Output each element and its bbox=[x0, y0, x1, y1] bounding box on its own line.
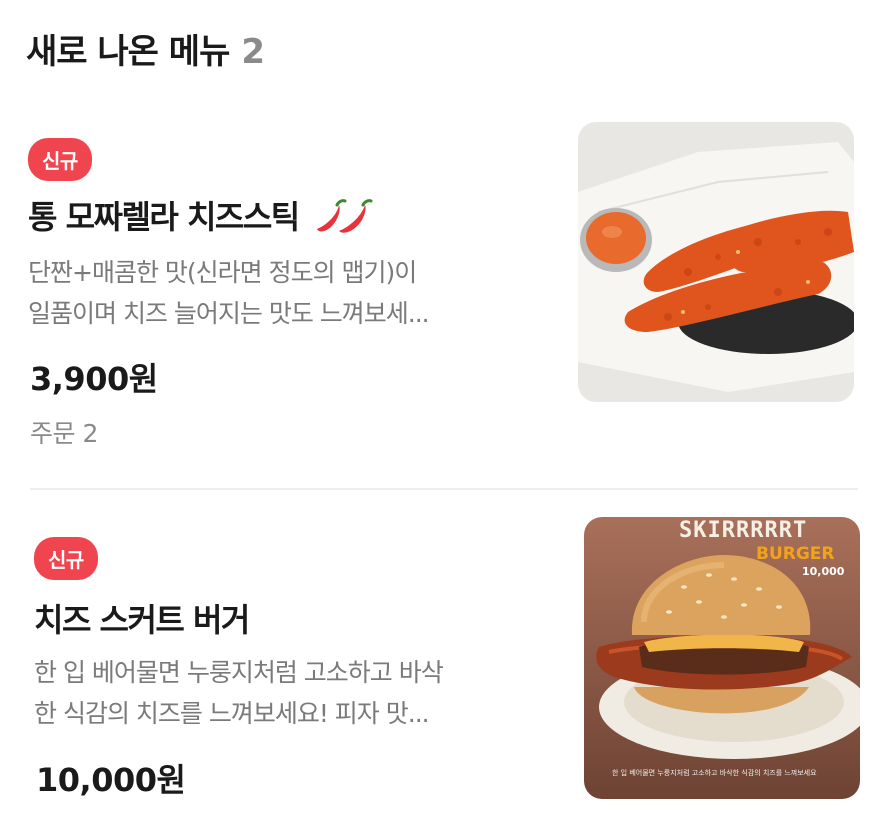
burger-caption-text: 한 입 베어물면 누룽지처럼 고소하고 바삭한 식감의 치즈를 느껴보세요 bbox=[612, 768, 817, 777]
section-header: 새로 나온 메뉴 2 bbox=[26, 24, 265, 73]
item-price: 3,900원 bbox=[30, 360, 158, 398]
item-name-text: 치즈 스커트 버거 bbox=[34, 601, 250, 639]
burger-headline-text: SKIRRRRRT bbox=[679, 518, 807, 543]
new-badge: 신규 bbox=[28, 138, 92, 181]
item-description: 단짠+매콤한 맛(신라면 정도의 맵기)이 일품이며 치즈 늘어지는 맛도 느껴… bbox=[28, 258, 430, 328]
burger-price-text: 10,000 bbox=[802, 565, 845, 578]
item-name-text: 통 모짜렐라 치즈스틱 bbox=[28, 198, 300, 236]
menu-item-cheese-stick[interactable]: 신규 통 모짜렐라 치즈스틱 단짠+매콤한 맛(신라면 정도의 맵기)이 일품이… bbox=[0, 120, 870, 450]
item-description: 한 입 베어물면 누룽지처럼 고소하고 바삭 한 식감의 치즈를 느껴보세요! … bbox=[34, 658, 444, 728]
cheese-stick-photo[interactable] bbox=[578, 122, 854, 402]
section-count: 2 bbox=[241, 32, 265, 72]
burger-photo[interactable]: SKIRRRRRT BURGER 10,000 한 입 베어물면 누룽지처럼 고… bbox=[584, 517, 860, 799]
item-name: 통 모짜렐라 치즈스틱 bbox=[28, 192, 377, 238]
item-order-count: 주문 2 bbox=[30, 419, 98, 448]
menu-item-cheese-skirt-burger[interactable]: 신규 치즈 스커트 버거 한 입 베어물면 누룽지처럼 고소하고 바삭 한 식감… bbox=[0, 515, 870, 815]
chili-pepper-icon bbox=[316, 199, 373, 233]
item-price: 10,000원 bbox=[36, 761, 186, 799]
item-name: 치즈 스커트 버거 bbox=[34, 595, 250, 641]
item-divider bbox=[30, 488, 858, 490]
burger-sub-text: BURGER bbox=[756, 544, 835, 564]
section-title: 새로 나온 메뉴 bbox=[26, 32, 230, 72]
new-badge: 신규 bbox=[34, 537, 98, 580]
